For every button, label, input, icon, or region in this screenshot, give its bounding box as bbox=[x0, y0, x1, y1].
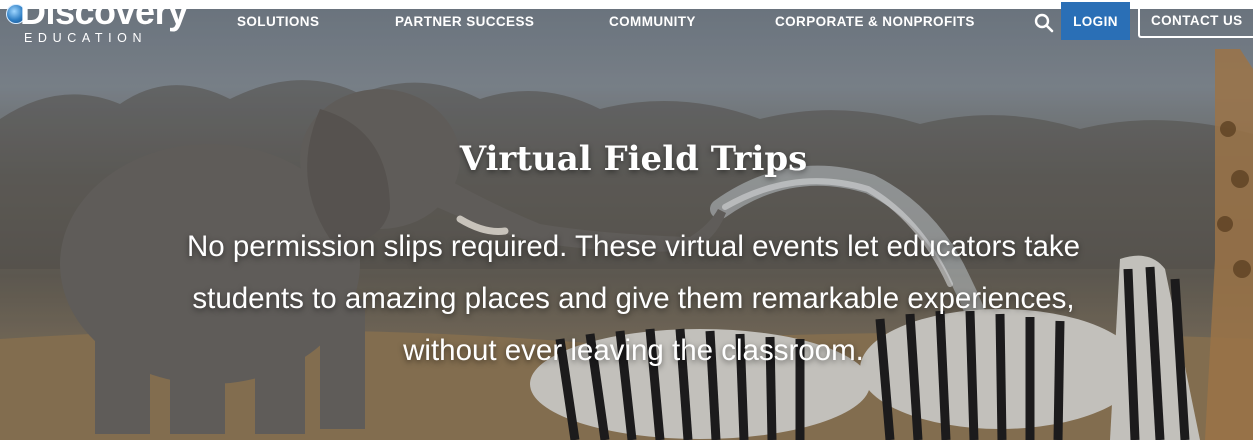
contact-us-button[interactable]: CONTACT US bbox=[1138, 2, 1253, 38]
search-icon bbox=[1034, 13, 1054, 33]
logo-subtitle: EDUCATION bbox=[24, 31, 148, 45]
nav-partner-success[interactable]: PARTNER SUCCESS bbox=[395, 14, 534, 29]
nav-corporate-nonprofits[interactable]: CORPORATE & NONPROFITS bbox=[775, 14, 975, 29]
discovery-education-logo[interactable]: Discovery EDUCATION bbox=[6, 0, 206, 52]
hero-description: No permission slips required. These virt… bbox=[186, 230, 1081, 367]
nav-solutions[interactable]: SOLUTIONS bbox=[237, 14, 319, 29]
hero-banner: Virtual Field Trips No permission slips … bbox=[0, 9, 1253, 440]
search-button[interactable] bbox=[1034, 13, 1054, 33]
nav-community[interactable]: COMMUNITY bbox=[609, 14, 696, 29]
logo-wordmark: Discovery bbox=[20, 0, 188, 32]
login-button[interactable]: LOGIN bbox=[1061, 2, 1130, 40]
hero-title: Virtual Field Trips bbox=[459, 139, 808, 179]
